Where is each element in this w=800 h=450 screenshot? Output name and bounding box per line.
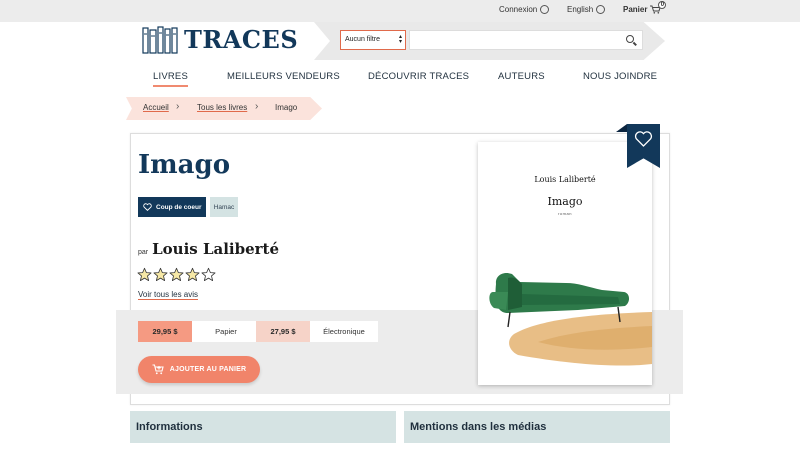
login-label: Connexion [499, 5, 538, 14]
star-empty-icon[interactable] [201, 267, 216, 282]
language-link[interactable]: English [567, 5, 606, 14]
heart-icon [634, 131, 653, 147]
language-label: English [567, 5, 594, 14]
star-filled-icon[interactable] [153, 267, 168, 282]
price-paper-amount: 29,95 $ [138, 321, 192, 342]
price-ebook-amount: 27,95 $ [256, 321, 310, 342]
cart-count-badge: 0 [658, 1, 667, 9]
heart-icon [143, 203, 152, 211]
tag-hamac[interactable]: Hamac [210, 197, 238, 217]
cart-label: Panier [623, 5, 648, 14]
star-filled-icon[interactable] [169, 267, 184, 282]
books-logo-icon [142, 26, 178, 54]
add-to-cart-label: AJOUTER AU PANIER [169, 366, 247, 373]
cart-icon [152, 364, 164, 375]
nav-item-auteurs[interactable]: AUTEURS [498, 71, 545, 82]
globe-icon [596, 5, 606, 14]
price-ebook-format: Électronique [310, 321, 378, 342]
cover-sofa-illustration [489, 273, 652, 366]
chevron-right-icon: › [176, 101, 180, 112]
search-input[interactable] [409, 30, 643, 50]
price-option-paper[interactable]: 29,95 $ Papier [138, 321, 260, 342]
reviews-link[interactable]: Voir tous les avis [138, 290, 199, 300]
cart-link[interactable]: Panier 0 [623, 1, 667, 14]
search-icon[interactable] [626, 35, 634, 43]
informations-section-header[interactable]: Informations [130, 411, 396, 443]
cart-icon: 0 [650, 1, 667, 14]
search-filter-select[interactable]: Aucun filtre ▴ ▾ [340, 30, 406, 50]
nav-item-decouvrir-traces[interactable]: DÉCOUVRIR TRACES [368, 71, 469, 82]
site-logo-text[interactable]: TRACES [184, 25, 298, 54]
breadcrumb-current: Imago [275, 103, 298, 112]
user-icon [540, 5, 550, 14]
select-arrows-icon: ▴ ▾ [398, 34, 402, 45]
author-link[interactable]: Louis Laliberté [152, 240, 279, 258]
main-nav: LIVRES MEILLEURS VENDEURS DÉCOUVRIR TRAC… [0, 60, 800, 92]
nav-item-meilleurs-vendeurs[interactable]: MEILLEURS VENDEURS [227, 71, 340, 82]
login-link[interactable]: Connexion [499, 5, 550, 14]
price-paper-format: Papier [192, 321, 260, 342]
star-filled-icon[interactable] [137, 267, 152, 282]
nav-item-livres[interactable]: LIVRES [153, 71, 188, 87]
top-utility-bar: Connexion English Panier 0 [0, 0, 800, 22]
book-title: Imago [138, 150, 231, 180]
media-section-header[interactable]: Mentions dans les médias [404, 411, 670, 443]
rating-stars[interactable] [137, 267, 216, 282]
author-line: par Louis Laliberté [138, 240, 279, 258]
filter-value: Aucun filtre [345, 36, 381, 43]
tag-coup-de-coeur[interactable]: Coup de coeur [138, 197, 206, 217]
tag-coup-de-coeur-label: Coup de coeur [156, 203, 202, 211]
book-cover-image: Louis Laliberté Imago roman [478, 142, 652, 385]
chevron-right-icon: › [255, 101, 259, 112]
star-filled-icon[interactable] [185, 267, 200, 282]
nav-item-nous-joindre[interactable]: NOUS JOINDRE [583, 71, 657, 82]
breadcrumb-all-books[interactable]: Tous les livres [197, 103, 247, 112]
price-option-ebook[interactable]: 27,95 $ Électronique [256, 321, 378, 342]
breadcrumb-home[interactable]: Accueil [143, 103, 169, 112]
site-header: TRACES Aucun filtre ▴ ▾ [0, 22, 800, 60]
by-label: par [138, 249, 149, 256]
breadcrumb-area: Accueil › Tous les livres › Imago [0, 92, 800, 125]
add-to-cart-button[interactable]: AJOUTER AU PANIER [138, 356, 260, 383]
